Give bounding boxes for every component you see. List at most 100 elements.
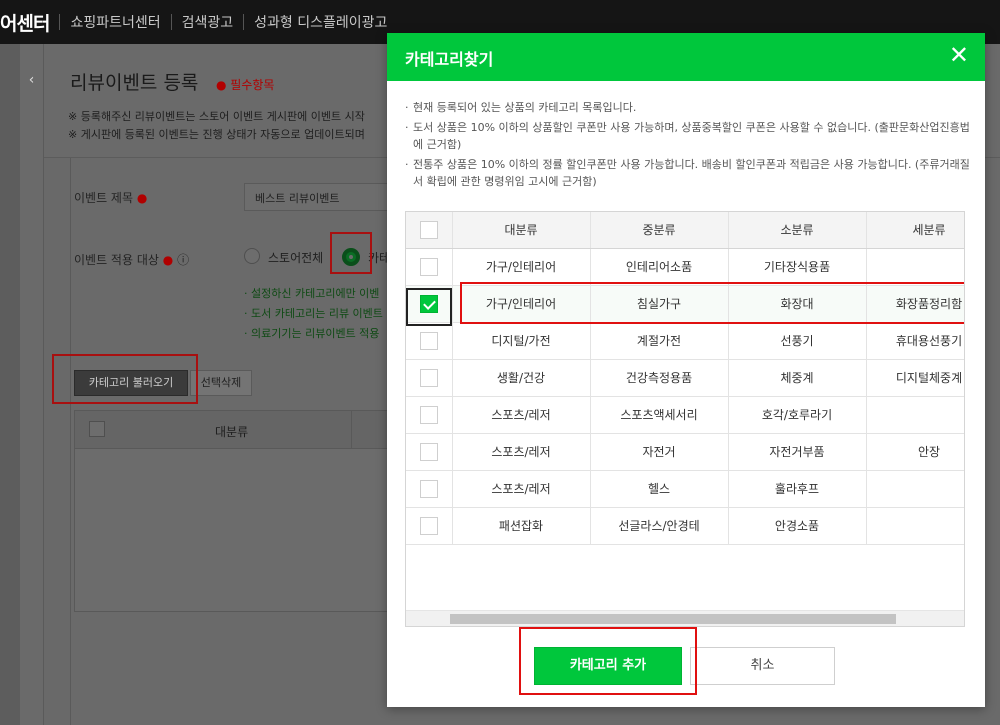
table-cell: 가구/인테리어 xyxy=(452,248,591,286)
chevron-left-icon: ‹ xyxy=(28,72,35,88)
table-row[interactable]: 스포츠/레저 헬스 훌라후프 xyxy=(406,470,964,508)
event-title-input[interactable]: 베스트 리뷰이벤트 xyxy=(244,183,394,211)
event-target-label-text: 이벤트 적용 대상 xyxy=(74,253,159,267)
nav-link-display-ads[interactable]: 성과형 디스플레이광고 xyxy=(254,12,387,32)
column-header: 대분류 xyxy=(452,212,591,249)
required-fields-note: ● 필수항목 xyxy=(216,78,275,92)
table-cell xyxy=(866,507,964,545)
delete-selected-button[interactable]: 선택삭제 xyxy=(190,370,252,396)
table-cell: 헬스 xyxy=(590,470,729,508)
scrollbar-thumb[interactable] xyxy=(450,614,896,624)
table-row[interactable]: 생활/건강 건강측정용품 체중계 디지털체중계 xyxy=(406,359,964,397)
left-sidebar xyxy=(0,44,20,725)
table-cell: 훌라후프 xyxy=(728,470,867,508)
table-cell: 디지털체중계 xyxy=(866,359,964,397)
row-checkbox[interactable] xyxy=(419,516,438,535)
table-cell: 인테리어소품 xyxy=(590,248,729,286)
select-all-checkbox[interactable] xyxy=(419,220,438,239)
row-checkbox[interactable] xyxy=(419,405,438,424)
modal-header: 카테고리찾기 ✕ xyxy=(387,33,985,81)
table-cell: 자전거부품 xyxy=(728,433,867,471)
cancel-button[interactable]: 취소 xyxy=(690,647,835,685)
table-cell: 건강측정용품 xyxy=(590,359,729,397)
table-cell: 침실가구 xyxy=(590,285,729,323)
table-row[interactable]: 스포츠/레저 자전거 자전거부품 안장 xyxy=(406,433,964,471)
notice-line: ※ 등록해주신 리뷰이벤트는 스토어 이벤트 게시판에 이벤트 시작 xyxy=(68,110,365,123)
table-cell: 선풍기 xyxy=(728,322,867,360)
table-cell: 기타장식용품 xyxy=(728,248,867,286)
row-checkbox[interactable] xyxy=(419,368,438,387)
column-header: 세분류 xyxy=(866,212,964,249)
select-all-checkbox[interactable] xyxy=(89,421,105,437)
event-title-label: 이벤트 제목 ● xyxy=(74,189,147,206)
table-cell: 가구/인테리어 xyxy=(452,285,591,323)
column-header: 대분류 xyxy=(215,425,249,439)
column-header: 소분류 xyxy=(728,212,867,249)
row-checkbox-checked[interactable] xyxy=(419,294,438,313)
nav-divider xyxy=(59,14,61,30)
column-header: 중분류 xyxy=(590,212,729,249)
close-icon[interactable]: ✕ xyxy=(949,43,969,67)
table-row[interactable]: 가구/인테리어 인테리어소품 기타장식용품 xyxy=(406,248,964,286)
row-checkbox-cell xyxy=(406,322,453,360)
table-cell: 생활/건강 xyxy=(452,359,591,397)
category-grid: 대분류 중분류 소분류 세분류 가구/인테리어 인테리어소품 기타장식용품 가구… xyxy=(405,211,965,627)
modal-notes: 현재 등록되어 있는 상품의 카테고리 목록입니다. 도서 상품은 10% 이하… xyxy=(405,99,975,193)
row-checkbox-cell xyxy=(406,433,453,471)
table-cell: 화장대 xyxy=(728,285,867,323)
row-checkbox-cell xyxy=(406,507,453,545)
back-button[interactable]: ‹ xyxy=(20,44,44,725)
row-checkbox[interactable] xyxy=(419,257,438,276)
highlight-box-load-button xyxy=(52,354,198,404)
info-icon[interactable]: ⓘ xyxy=(177,253,189,267)
row-checkbox[interactable] xyxy=(419,479,438,498)
table-row[interactable]: 패션잡화 선글라스/안경테 안경소품 xyxy=(406,507,964,545)
nav-link-shopping-partner[interactable]: 쇼핑파트너센터 xyxy=(70,12,160,32)
nav-link-search-ads[interactable]: 검색광고 xyxy=(182,12,234,32)
modal-title: 카테고리찾기 xyxy=(405,50,494,69)
table-cell: 스포츠/레저 xyxy=(452,470,591,508)
category-note: · 도서 카테고리는 리뷰 이벤트 xyxy=(244,307,383,320)
table-cell xyxy=(866,248,964,286)
add-category-button[interactable]: 카테고리 추가 xyxy=(534,647,682,685)
table-header-row: 대분류 중분류 소분류 세분류 xyxy=(406,212,964,249)
row-checkbox[interactable] xyxy=(419,442,438,461)
table-cell: 스포츠/레저 xyxy=(452,396,591,434)
table-cell: 계절가전 xyxy=(590,322,729,360)
table-cell: 화장품정리함 xyxy=(866,285,964,323)
table-row[interactable]: 디지털/가전 계절가전 선풍기 휴대용선풍기 xyxy=(406,322,964,360)
nav-divider xyxy=(243,14,245,30)
table-row[interactable]: 스포츠/레저 스포츠액세서리 호각/호루라기 xyxy=(406,396,964,434)
table-cell: 패션잡화 xyxy=(452,507,591,545)
table-cell: 스포츠/레저 xyxy=(452,433,591,471)
category-search-modal: 카테고리찾기 ✕ 현재 등록되어 있는 상품의 카테고리 목록입니다. 도서 상… xyxy=(387,33,985,707)
modal-note: 전통주 상품은 10% 이하의 정률 할인쿠폰만 사용 가능합니다. 배송비 할… xyxy=(405,156,975,190)
row-checkbox-cell xyxy=(406,470,453,508)
notice-line: ※ 게시판에 등록된 이벤트는 진행 상태가 자동으로 업데이트되며 xyxy=(68,128,365,141)
category-note: · 설정하신 카테고리에만 이벤 xyxy=(244,287,380,300)
table-cell xyxy=(866,396,964,434)
table-row[interactable]: 가구/인테리어 침실가구 화장대 화장품정리함 xyxy=(406,285,964,323)
horizontal-scrollbar[interactable] xyxy=(406,610,964,626)
table-cell: 안장 xyxy=(866,433,964,471)
row-checkbox-cell xyxy=(406,285,453,323)
table-cell: 디지털/가전 xyxy=(452,322,591,360)
table-cell: 스포츠액세서리 xyxy=(590,396,729,434)
required-dot: ● xyxy=(162,253,174,267)
row-checkbox-cell xyxy=(406,396,453,434)
page-title: 리뷰이벤트 등록 xyxy=(70,72,199,94)
table-cell: 호각/호루라기 xyxy=(728,396,867,434)
table-cell xyxy=(866,470,964,508)
category-note: · 의료기기는 리뷰이벤트 적용 xyxy=(244,327,380,340)
header-checkbox-cell xyxy=(406,212,453,249)
table-cell: 휴대용선풍기 xyxy=(866,322,964,360)
row-checkbox-cell xyxy=(406,248,453,286)
table-cell: 체중계 xyxy=(728,359,867,397)
required-dot: ● xyxy=(136,191,148,205)
modal-note: 도서 상품은 10% 이하의 상품할인 쿠폰만 사용 가능하며, 상품중복할인 … xyxy=(405,119,975,153)
row-checkbox[interactable] xyxy=(419,331,438,350)
event-target-label: 이벤트 적용 대상 ● ⓘ xyxy=(74,251,189,268)
radio-store-all[interactable] xyxy=(244,248,260,264)
modal-note: 현재 등록되어 있는 상품의 카테고리 목록입니다. xyxy=(405,99,975,116)
column-divider xyxy=(351,411,352,449)
